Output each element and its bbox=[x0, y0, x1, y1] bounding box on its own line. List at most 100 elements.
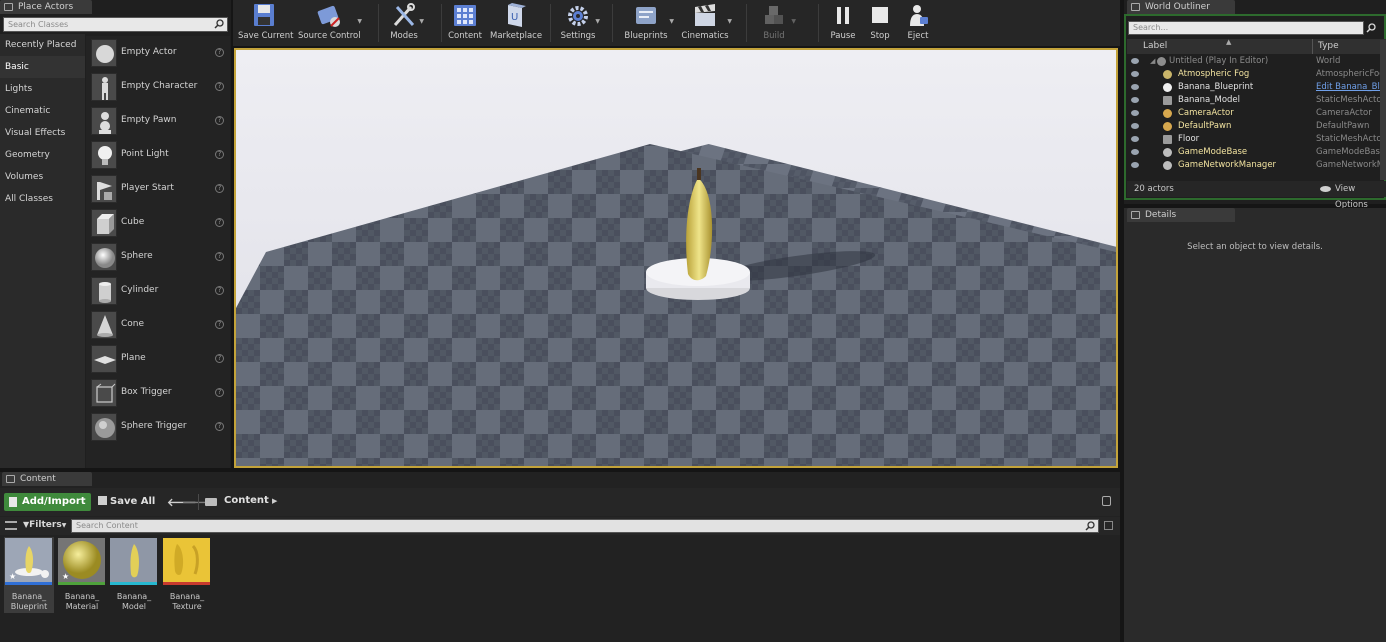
column-label[interactable]: Label bbox=[1143, 41, 1167, 51]
path-chevron-icon[interactable]: ▶ bbox=[272, 497, 277, 505]
outliner-row[interactable]: CameraActor CameraActor bbox=[1127, 107, 1386, 120]
category-geometry[interactable]: Geometry bbox=[0, 144, 85, 166]
clapperboard-icon bbox=[692, 2, 718, 29]
pause-button[interactable]: Pause bbox=[826, 0, 860, 44]
eject-icon bbox=[905, 2, 931, 29]
chevron-down-icon[interactable]: ▼ bbox=[727, 18, 732, 25]
actor-item-empty-pawn[interactable]: Empty Pawn ? bbox=[86, 104, 230, 138]
asset-banana-texture[interactable]: Banana_ Texture bbox=[162, 537, 212, 613]
help-icon[interactable]: ? bbox=[215, 184, 224, 193]
column-type[interactable]: Type bbox=[1318, 41, 1339, 51]
actor-item-plane[interactable]: Plane ? bbox=[86, 342, 230, 376]
source-control-button[interactable]: Source Control ▼ bbox=[298, 0, 362, 44]
category-all-classes[interactable]: All Classes bbox=[0, 188, 85, 210]
add-import-button[interactable]: Add/Import ▼ bbox=[4, 493, 91, 524]
search-icon[interactable] bbox=[214, 19, 224, 29]
help-icon[interactable]: ? bbox=[215, 252, 224, 261]
chevron-down-icon[interactable]: ▼ bbox=[595, 18, 600, 25]
help-icon[interactable]: ? bbox=[215, 116, 224, 125]
content-button[interactable]: Content bbox=[447, 0, 483, 44]
actor-item-sphere-trigger[interactable]: Sphere Trigger ? bbox=[86, 410, 230, 444]
chevron-down-icon[interactable]: ▼ bbox=[791, 18, 796, 25]
save-search-icon[interactable] bbox=[1104, 521, 1113, 530]
visibility-eye-icon[interactable] bbox=[1131, 84, 1139, 90]
filters-button[interactable]: ▼Filters▼ bbox=[23, 520, 66, 530]
outliner-row[interactable]: Banana_Blueprint Edit Banana_Blue bbox=[1127, 81, 1386, 94]
help-icon[interactable]: ? bbox=[215, 48, 224, 57]
outliner-row[interactable]: DefaultPawn DefaultPawn bbox=[1127, 120, 1386, 133]
tab-world-outliner[interactable]: World Outliner bbox=[1127, 0, 1235, 14]
actor-item-box-trigger[interactable]: Box Trigger ? bbox=[86, 376, 230, 410]
expand-arrow-icon[interactable]: ◢ bbox=[1150, 55, 1155, 68]
help-icon[interactable]: ? bbox=[215, 150, 224, 159]
help-icon[interactable]: ? bbox=[215, 218, 224, 227]
cinematics-button[interactable]: Cinematics ▼ bbox=[680, 0, 732, 44]
category-cinematic[interactable]: Cinematic bbox=[0, 100, 85, 122]
search-icon[interactable] bbox=[1366, 23, 1376, 33]
outliner-row[interactable]: Atmospheric Fog AtmosphericFog bbox=[1127, 68, 1386, 81]
actor-item-empty-character[interactable]: Empty Character ? bbox=[86, 70, 230, 104]
tab-details[interactable]: Details bbox=[1127, 208, 1235, 222]
visibility-eye-icon[interactable] bbox=[1131, 110, 1139, 116]
asset-banana-material[interactable]: ★ Banana_ Material bbox=[57, 537, 107, 613]
lock-icon[interactable] bbox=[1102, 496, 1111, 506]
outliner-row[interactable]: GameModeBase GameModeBase bbox=[1127, 146, 1386, 159]
actor-item-sphere[interactable]: Sphere ? bbox=[86, 240, 230, 274]
tab-place-actors[interactable]: Place Actors bbox=[0, 0, 92, 14]
help-icon[interactable]: ? bbox=[215, 82, 224, 91]
actor-item-cone[interactable]: Cone ? bbox=[86, 308, 230, 342]
tab-content-browser[interactable]: Content Browser bbox=[2, 472, 92, 498]
light-bulb-icon bbox=[91, 141, 117, 169]
edit-blueprint-link[interactable]: Edit Banana_Blue bbox=[1316, 81, 1386, 94]
search-content-input[interactable]: Search Content bbox=[71, 519, 1099, 533]
outliner-row[interactable]: ◢ Untitled (Play In Editor) World bbox=[1127, 55, 1386, 68]
category-basic[interactable]: Basic bbox=[0, 56, 85, 78]
asset-banana-blueprint[interactable]: ★ Banana_ Blueprint bbox=[4, 537, 54, 613]
help-icon[interactable]: ? bbox=[215, 286, 224, 295]
outliner-search-input[interactable]: Search... bbox=[1128, 21, 1364, 35]
help-icon[interactable]: ? bbox=[215, 388, 224, 397]
modes-button[interactable]: Modes ▼ bbox=[386, 0, 424, 44]
chevron-down-icon[interactable]: ▼ bbox=[669, 18, 674, 25]
actor-item-player-start[interactable]: Player Start ? bbox=[86, 172, 230, 206]
outliner-row[interactable]: Floor StaticMeshActor bbox=[1127, 133, 1386, 146]
actor-item-empty-actor[interactable]: Empty Actor ? bbox=[86, 36, 230, 70]
path-content[interactable]: Content bbox=[224, 495, 269, 506]
stop-button[interactable]: Stop bbox=[864, 0, 896, 44]
sphere-icon bbox=[91, 243, 117, 271]
outliner-row[interactable]: Banana_Model StaticMeshActor bbox=[1127, 94, 1386, 107]
asset-banana-model[interactable]: Banana_ Model bbox=[109, 537, 159, 613]
search-classes-input[interactable]: Search Classes bbox=[3, 17, 228, 32]
eject-button[interactable]: Eject bbox=[902, 0, 934, 44]
blueprints-button[interactable]: Blueprints ▼ bbox=[620, 0, 674, 44]
visibility-eye-icon[interactable] bbox=[1131, 162, 1139, 168]
help-icon[interactable]: ? bbox=[215, 422, 224, 431]
category-volumes[interactable]: Volumes bbox=[0, 166, 85, 188]
sources-panel-icon[interactable] bbox=[5, 521, 17, 530]
actor-item-cylinder[interactable]: Cylinder ? bbox=[86, 274, 230, 308]
actor-item-point-light[interactable]: Point Light ? bbox=[86, 138, 230, 172]
save-current-button[interactable]: Save Current bbox=[238, 0, 294, 44]
visibility-eye-icon[interactable] bbox=[1131, 136, 1139, 142]
visibility-eye-icon[interactable] bbox=[1131, 58, 1139, 64]
visibility-eye-icon[interactable] bbox=[1131, 149, 1139, 155]
search-icon[interactable] bbox=[1085, 521, 1095, 531]
actor-item-cube[interactable]: Cube ? bbox=[86, 206, 230, 240]
level-viewport[interactable] bbox=[234, 48, 1118, 468]
outliner-scrollbar[interactable] bbox=[1380, 40, 1386, 180]
chevron-down-icon[interactable]: ▼ bbox=[357, 18, 362, 25]
category-recently-placed[interactable]: Recently Placed bbox=[0, 34, 85, 56]
outliner-row[interactable]: GameNetworkManager GameNetworkMan bbox=[1127, 159, 1386, 172]
save-all-button[interactable]: Save All bbox=[98, 496, 155, 508]
help-icon[interactable]: ? bbox=[215, 354, 224, 363]
visibility-eye-icon[interactable] bbox=[1131, 97, 1139, 103]
build-button[interactable]: Build ▼ bbox=[754, 0, 796, 44]
settings-button[interactable]: Settings ▼ bbox=[558, 0, 600, 44]
help-icon[interactable]: ? bbox=[215, 320, 224, 329]
marketplace-button[interactable]: U Marketplace bbox=[490, 0, 542, 44]
visibility-eye-icon[interactable] bbox=[1131, 123, 1139, 129]
category-lights[interactable]: Lights bbox=[0, 78, 85, 100]
visibility-eye-icon[interactable] bbox=[1131, 71, 1139, 77]
category-visual-effects[interactable]: Visual Effects bbox=[0, 122, 85, 144]
chevron-down-icon[interactable]: ▼ bbox=[419, 18, 424, 25]
